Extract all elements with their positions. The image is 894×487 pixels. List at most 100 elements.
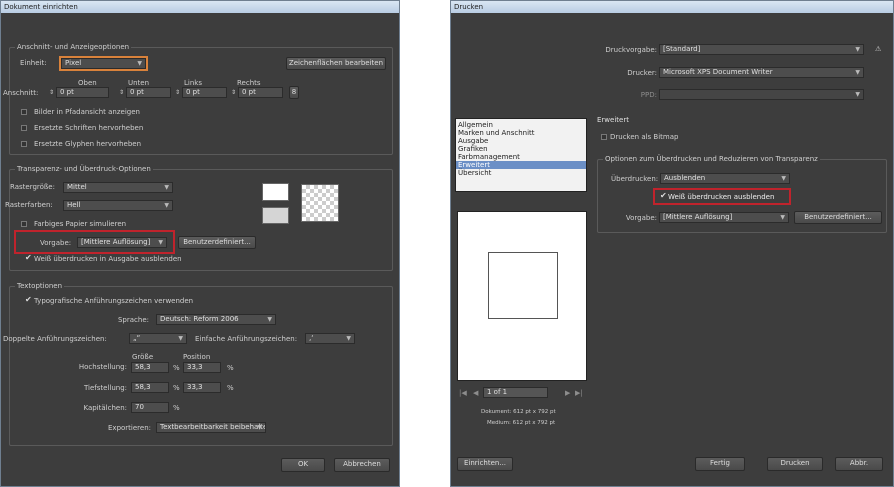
grid-size-dropdown[interactable]: Mittel ▼ bbox=[63, 182, 173, 193]
ok-button[interactable]: OK bbox=[281, 458, 325, 472]
small-caps-label: Kapitälchen: bbox=[83, 404, 127, 412]
preset2-label: Vorgabe: bbox=[625, 214, 657, 222]
done-button[interactable]: Fertig bbox=[695, 457, 745, 471]
edit-artboards-button[interactable]: Zeichenflächen bearbeiten bbox=[286, 57, 386, 70]
simulate-paper-checkbox[interactable] bbox=[21, 221, 27, 227]
bleed-bottom-field[interactable]: 0 pt bbox=[126, 87, 171, 98]
prev-page-icon[interactable]: ◀ bbox=[473, 388, 478, 398]
grid-colors-label: Rasterfarben: bbox=[5, 201, 53, 209]
grid-size-label: Rastergröße: bbox=[10, 183, 55, 191]
nav-item[interactable]: Grafiken bbox=[456, 145, 586, 153]
chevron-down-icon: ▼ bbox=[346, 335, 351, 342]
checkmark-icon[interactable]: ✔ bbox=[25, 253, 32, 263]
bleed-right-field[interactable]: 0 pt bbox=[238, 87, 283, 98]
print-preview bbox=[457, 211, 587, 381]
print-nav-list: Allgemein Marken und Anschnitt Ausgabe G… bbox=[455, 118, 587, 192]
superscript-size-field[interactable]: 58,3 bbox=[131, 362, 169, 373]
print-button[interactable]: Drucken bbox=[767, 457, 823, 471]
printer-dropdown[interactable]: Microsoft XPS Document Writer ▼ bbox=[659, 67, 864, 78]
first-page-icon[interactable]: |◀ bbox=[459, 388, 467, 398]
subscript-label: Tiefstellung: bbox=[83, 384, 127, 392]
percent-label: % bbox=[227, 364, 234, 372]
overprint-dropdown[interactable]: Ausblenden ▼ bbox=[660, 173, 790, 184]
chevron-down-icon: ▼ bbox=[257, 424, 262, 431]
images-outline-checkbox[interactable] bbox=[21, 109, 27, 115]
document-size: Dokument: 612 pt x 792 pt bbox=[481, 409, 556, 415]
light-grey-swatch[interactable] bbox=[262, 207, 289, 224]
subscript-position-field[interactable]: 33,3 bbox=[183, 382, 221, 393]
nav-item[interactable]: Übersicht bbox=[456, 169, 586, 177]
last-page-icon[interactable]: ▶| bbox=[575, 388, 583, 398]
setup-button[interactable]: Einrichten... bbox=[457, 457, 513, 471]
chevron-down-icon: ▼ bbox=[267, 316, 272, 323]
custom-button[interactable]: Benutzerdefiniert... bbox=[178, 236, 256, 249]
nav-item[interactable]: Marken und Anschnitt bbox=[456, 129, 586, 137]
superscript-position-field[interactable]: 33,3 bbox=[183, 362, 221, 373]
percent-label: % bbox=[173, 384, 180, 392]
custom-button[interactable]: Benutzerdefiniert... bbox=[794, 211, 882, 224]
bleed-view-heading: Anschnitt- und Anzeigeoptionen bbox=[15, 43, 132, 52]
nav-item-selected[interactable]: Erweitert bbox=[456, 161, 586, 169]
nav-item[interactable]: Ausgabe bbox=[456, 137, 586, 145]
double-quotes-dropdown[interactable]: „“ ▼ bbox=[129, 333, 187, 344]
percent-label: % bbox=[173, 364, 180, 372]
next-page-icon[interactable]: ▶ bbox=[565, 388, 570, 398]
preset2-dropdown[interactable]: [Mittlere Auflösung] ▼ bbox=[659, 212, 789, 223]
nav-item[interactable]: Allgemein bbox=[456, 121, 586, 129]
small-caps-field[interactable]: 70 bbox=[131, 402, 169, 413]
chevron-down-icon: ▼ bbox=[164, 184, 169, 191]
sub-fonts-label: Ersetzte Schriften hervorheben bbox=[34, 124, 144, 132]
chevron-down-icon: ▼ bbox=[855, 46, 860, 53]
single-quotes-label: Einfache Anführungszeichen: bbox=[195, 335, 298, 343]
checkmark-icon[interactable]: ✔ bbox=[25, 295, 32, 305]
media-size: Medium: 612 pt x 792 pt bbox=[487, 420, 556, 426]
print-title: Drucken bbox=[451, 1, 893, 13]
bleed-top-field[interactable]: 0 pt bbox=[56, 87, 109, 98]
stepper-icon[interactable]: ⇕ bbox=[119, 87, 124, 98]
link-icon[interactable]: 8 bbox=[289, 86, 299, 99]
double-quotes-label: Doppelte Anführungszeichen: bbox=[3, 335, 107, 343]
sub-glyphs-label: Ersetzte Glyphen hervorheben bbox=[34, 140, 142, 148]
print-dialog: Drucken Druckvorgabe: [Standard] ▼ ⚠ Druc… bbox=[450, 0, 894, 487]
export-label: Exportieren: bbox=[108, 424, 151, 432]
simulate-paper-label: Farbiges Papier simulieren bbox=[34, 220, 127, 228]
preset-highlight bbox=[14, 230, 175, 254]
cancel-button[interactable]: Abbr. bbox=[835, 457, 883, 471]
sub-glyphs-checkbox[interactable] bbox=[21, 141, 27, 147]
language-dropdown[interactable]: Deutsch: Reform 2006 ▼ bbox=[156, 314, 276, 325]
images-outline-label: Bilder in Pfadansicht anzeigen bbox=[34, 108, 140, 116]
section-heading: Erweitert bbox=[597, 116, 629, 124]
nav-item[interactable]: Farbmanagement bbox=[456, 153, 586, 161]
chevron-down-icon: ▼ bbox=[178, 335, 183, 342]
language-label: Sprache: bbox=[117, 316, 149, 324]
cancel-button[interactable]: Abbrechen bbox=[334, 458, 390, 472]
size-header: Größe bbox=[132, 353, 154, 361]
unit-highlight bbox=[59, 56, 148, 71]
stepper-icon[interactable]: ⇕ bbox=[175, 87, 180, 98]
white-swatch[interactable] bbox=[262, 183, 289, 201]
stepper-icon[interactable]: ⇕ bbox=[231, 87, 236, 98]
transparency-preview bbox=[301, 184, 339, 222]
subscript-size-field[interactable]: 58,3 bbox=[131, 382, 169, 393]
superscript-label: Hochstellung: bbox=[78, 363, 127, 371]
single-quotes-dropdown[interactable]: ‚‘ ▼ bbox=[305, 333, 355, 344]
print-preset-dropdown[interactable]: [Standard] ▼ bbox=[659, 44, 864, 55]
document-setup-dialog: Dokument einrichten Anschnitt- und Anzei… bbox=[0, 0, 400, 487]
print-bitmap-checkbox[interactable] bbox=[601, 134, 607, 140]
bleed-left-field[interactable]: 0 pt bbox=[182, 87, 227, 98]
save-preset-icon[interactable]: ⚠ bbox=[875, 44, 881, 54]
document-setup-title: Dokument einrichten bbox=[1, 1, 399, 13]
sub-fonts-checkbox[interactable] bbox=[21, 125, 27, 131]
chevron-down-icon: ▼ bbox=[781, 175, 786, 182]
ppd-label: PPD: bbox=[640, 91, 657, 99]
page-field[interactable]: 1 of 1 bbox=[483, 387, 548, 398]
preview-page-outline bbox=[488, 252, 558, 319]
white-overprint-highlight bbox=[653, 188, 791, 205]
ppd-dropdown[interactable]: ▼ bbox=[659, 89, 864, 100]
grid-colors-dropdown[interactable]: Hell ▼ bbox=[63, 200, 173, 211]
chevron-down-icon: ▼ bbox=[855, 91, 860, 98]
overprint-heading: Optionen zum Überdrucken und Reduzieren … bbox=[603, 155, 820, 164]
transparency-heading: Transparenz- und Überdruck-Optionen bbox=[15, 165, 153, 174]
export-dropdown[interactable]: Textbearbeitbarkeit beibehalten ▼ bbox=[156, 422, 266, 433]
stepper-icon[interactable]: ⇕ bbox=[49, 87, 54, 98]
